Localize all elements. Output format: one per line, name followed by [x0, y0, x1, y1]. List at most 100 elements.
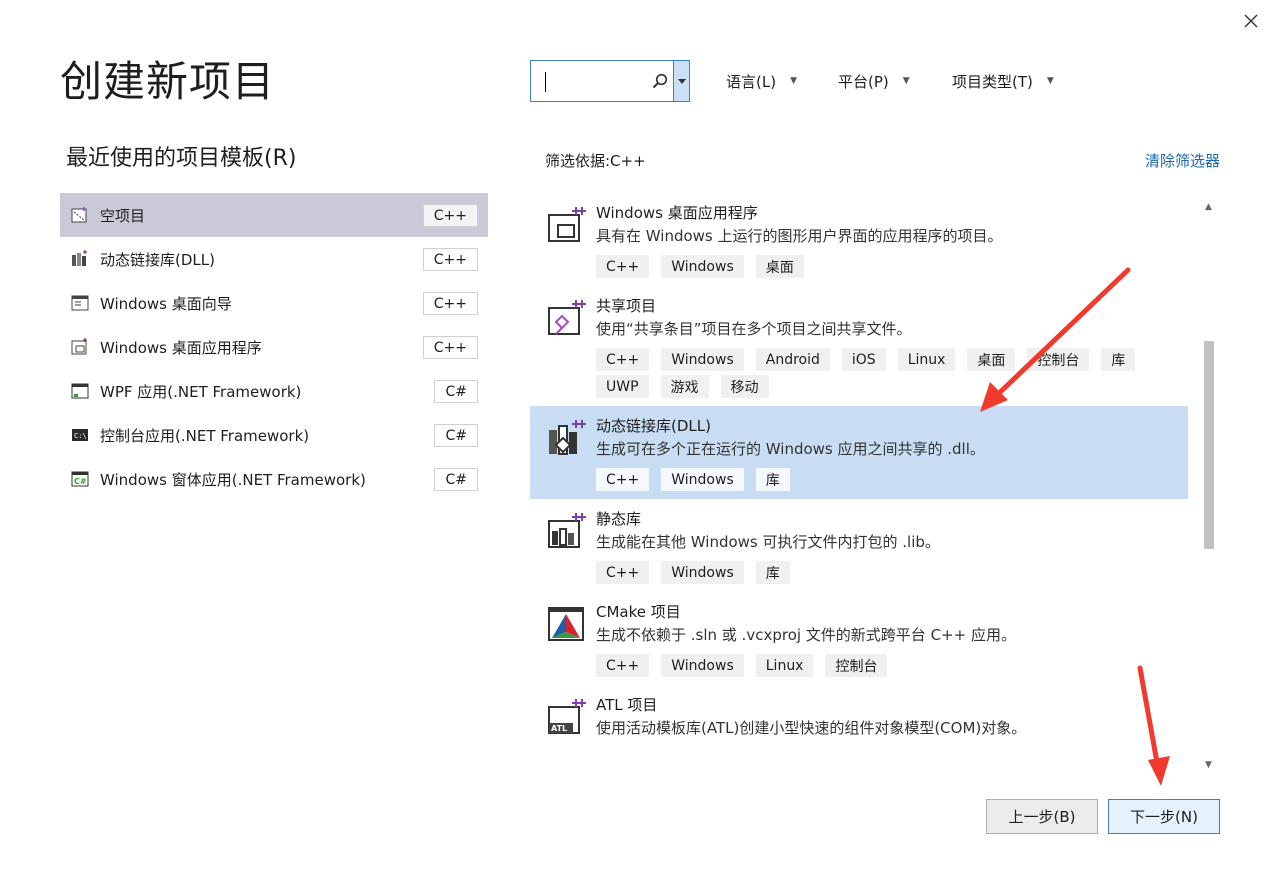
tag: Windows: [661, 468, 744, 491]
clear-filter-link[interactable]: 清除筛选器: [1145, 150, 1220, 171]
template-description: 使用活动模板库(ATL)创建小型快速的组件对象模型(COM)对象。: [596, 719, 1027, 737]
template-tags: C++ Windows 库: [596, 468, 1188, 491]
tag: 移动: [720, 375, 769, 398]
template-tags: C++ Windows Linux 控制台: [596, 654, 1188, 677]
recent-item-label: Windows 桌面向导: [100, 294, 232, 313]
tag: Linux: [755, 654, 814, 677]
chevron-down-icon: ▼: [1046, 76, 1054, 86]
recent-item-label: Windows 桌面应用程序: [100, 338, 262, 357]
language-badge: C++: [422, 248, 478, 271]
static-lib-icon: [548, 513, 586, 548]
project-type-dropdown[interactable]: 项目类型(T) ▼: [952, 68, 1054, 94]
tag: Windows: [661, 348, 744, 371]
tag: C++: [596, 654, 650, 677]
scroll-down-arrow-icon[interactable]: ▼: [1200, 755, 1217, 775]
recent-item-wpf[interactable]: WPF 应用(.NET Framework) C#: [60, 369, 488, 413]
tag: UWP: [596, 375, 649, 398]
template-description: 具有在 Windows 上运行的图形用户界面的应用程序的项目。: [596, 227, 1003, 245]
shared-project-icon: [548, 300, 586, 335]
search-box[interactable]: [530, 60, 690, 102]
language-dropdown[interactable]: 语言(L) ▼: [726, 68, 797, 94]
tag: C++: [596, 348, 650, 371]
recent-item-label: Windows 窗体应用(.NET Framework): [100, 470, 366, 489]
tag: Windows: [661, 255, 744, 278]
scrollbar-thumb[interactable]: [1204, 341, 1214, 549]
template-tags: C++ Windows 桌面: [596, 255, 1188, 278]
winforms-icon: C#: [70, 469, 90, 489]
tag: iOS: [841, 348, 886, 371]
tag: Windows: [661, 654, 744, 677]
tag: Windows: [661, 561, 744, 584]
svg-text:C#: C#: [74, 477, 87, 486]
template-description: 生成不依赖于 .sln 或 .vcxproj 文件的新式跨平台 C++ 应用。: [596, 626, 1016, 644]
template-tags: C++ Windows Android iOS Linux 桌面 控制台 库 U…: [596, 348, 1188, 398]
tag: Android: [755, 348, 830, 371]
template-windows-desktop-app[interactable]: Windows 桌面应用程序 具有在 Windows 上运行的图形用户界面的应用…: [530, 193, 1188, 286]
language-badge: C#: [434, 468, 478, 491]
close-icon: [1244, 14, 1258, 28]
tag: 桌面: [755, 255, 804, 278]
template-name: 动态链接库(DLL): [596, 417, 711, 435]
template-cmake[interactable]: CMake 项目 生成不依赖于 .sln 或 .vcxproj 文件的新式跨平台…: [530, 592, 1188, 685]
platform-dropdown-label: 平台(P): [838, 72, 889, 91]
tag: 库: [755, 561, 790, 584]
svg-text:ATL: ATL: [551, 724, 567, 733]
language-badge: C#: [434, 380, 478, 403]
dll-icon: [70, 249, 90, 269]
template-description: 生成能在其他 Windows 可执行文件内打包的 .lib。: [596, 533, 940, 551]
project-type-dropdown-label: 项目类型(T): [952, 72, 1033, 91]
template-description: 生成可在多个正在运行的 Windows 应用之间共享的 .dll。: [596, 440, 985, 458]
recent-item-label: 空项目: [100, 206, 146, 225]
chevron-down-icon: [677, 78, 686, 84]
tag: 库: [1101, 348, 1136, 371]
tag: C++: [596, 561, 650, 584]
console-icon: C:\: [70, 425, 90, 445]
tag: C++: [596, 468, 650, 491]
recent-item-desktop-app[interactable]: Windows 桌面应用程序 C++: [60, 325, 488, 369]
recent-item-empty-project[interactable]: 空项目 C++: [60, 193, 488, 237]
template-dll[interactable]: 动态链接库(DLL) 生成可在多个正在运行的 Windows 应用之间共享的 .…: [530, 406, 1188, 499]
tag: 控制台: [1027, 348, 1090, 371]
recent-item-console[interactable]: C:\ 控制台应用(.NET Framework) C#: [60, 413, 488, 457]
template-list-scrollbar[interactable]: ▲ ▼: [1200, 193, 1217, 775]
recent-item-dll[interactable]: 动态链接库(DLL) C++: [60, 237, 488, 281]
template-name: ATL 项目: [596, 696, 658, 714]
desktop-app-icon: [548, 207, 586, 242]
search-dropdown-button[interactable]: [673, 61, 689, 101]
recent-templates-list: 空项目 C++ 动态链接库(DLL) C++ Windows 桌面向导 C++ …: [60, 193, 488, 501]
template-name: Windows 桌面应用程序: [596, 204, 758, 222]
language-dropdown-label: 语言(L): [726, 72, 777, 91]
language-badge: C++: [422, 204, 478, 227]
desktop-wizard-icon: [70, 293, 90, 313]
template-atl[interactable]: ATL ATL 项目 使用活动模板库(ATL)创建小型快速的组件对象模型(COM…: [530, 685, 1188, 747]
recent-item-label: 动态链接库(DLL): [100, 250, 215, 269]
template-static-lib[interactable]: 静态库 生成能在其他 Windows 可执行文件内打包的 .lib。 C++ W…: [530, 499, 1188, 592]
template-shared-project[interactable]: 共享项目 使用“共享条目”项目在多个项目之间共享文件。 C++ Windows …: [530, 286, 1188, 406]
platform-dropdown[interactable]: 平台(P) ▼: [838, 68, 910, 94]
search-input[interactable]: [531, 61, 647, 101]
desktop-app-icon: [70, 337, 90, 357]
template-name: 共享项目: [596, 297, 657, 315]
recent-item-desktop-wizard[interactable]: Windows 桌面向导 C++: [60, 281, 488, 325]
tag: 控制台: [825, 654, 888, 677]
recent-item-winforms[interactable]: C# Windows 窗体应用(.NET Framework) C#: [60, 457, 488, 501]
back-button[interactable]: 上一步(B): [986, 799, 1098, 834]
scroll-up-arrow-icon[interactable]: ▲: [1200, 197, 1217, 217]
recent-item-label: 控制台应用(.NET Framework): [100, 426, 310, 445]
chevron-down-icon: ▼: [902, 76, 910, 86]
tag: C++: [596, 255, 650, 278]
text-caret: [545, 72, 546, 92]
template-description: 使用“共享条目”项目在多个项目之间共享文件。: [596, 320, 912, 338]
next-button[interactable]: 下一步(N): [1108, 799, 1220, 834]
template-tags: C++ Windows 库: [596, 561, 1188, 584]
filter-by-label: 筛选依据:C++: [545, 152, 646, 170]
page-title: 创建新项目: [60, 57, 276, 106]
recent-item-label: WPF 应用(.NET Framework): [100, 382, 302, 401]
template-name: CMake 项目: [596, 603, 681, 621]
search-icon[interactable]: [647, 61, 673, 101]
atl-icon: ATL: [548, 699, 586, 734]
template-name: 静态库: [596, 510, 642, 528]
chevron-down-icon: ▼: [790, 76, 797, 86]
close-button[interactable]: [1238, 8, 1264, 34]
tag: 桌面: [967, 348, 1016, 371]
